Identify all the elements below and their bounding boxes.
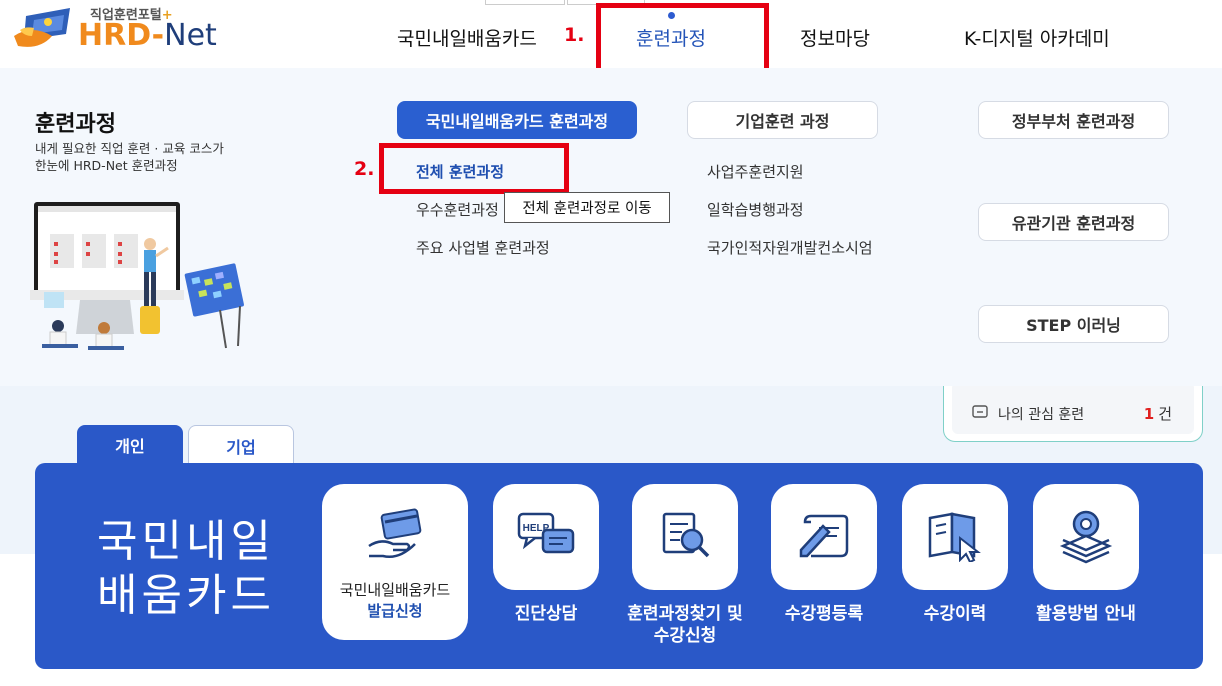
- folder-icon: [972, 405, 988, 418]
- quick-link-course-review[interactable]: [771, 484, 877, 590]
- annotation-highlight-box-2: [379, 143, 569, 194]
- tab-enterprise[interactable]: 기업: [188, 425, 294, 465]
- gnb-item-info[interactable]: 정보마당: [800, 24, 870, 51]
- gnb-item-card[interactable]: 국민내일배움카드: [397, 24, 537, 51]
- book-cursor-icon: [928, 512, 981, 562]
- quick-link-label: 훈련과정찾기 및 수강신청: [627, 604, 743, 646]
- favorites-label: 나의 관심 훈련: [998, 407, 1085, 423]
- category-related-agency-courses[interactable]: 유관기관 훈련과정: [978, 203, 1169, 241]
- link-tooltip: 전체 훈련과정로 이동: [504, 192, 670, 223]
- category-enterprise-courses[interactable]: 기업훈련 과정: [687, 101, 878, 139]
- quick-link-course-history[interactable]: [902, 484, 1008, 590]
- link-excellent-courses[interactable]: 우수훈련과정: [416, 199, 499, 220]
- card-in-hand-icon: [368, 508, 422, 558]
- site-header: 직업훈련포털+ HRD-Net 국민내일배움카드 훈련과정 정보마당 K-디지털…: [0, 0, 1222, 74]
- favorites-row[interactable]: 나의 관심 훈련 1건: [952, 382, 1194, 434]
- help-chat-icon: HELP: [517, 512, 575, 554]
- national-card-panel: 국민내일 배움카드 국민내일배움카드 발급신청 HELP 진단상담 훈련과정찾기…: [35, 463, 1203, 669]
- quick-link-course-search[interactable]: [632, 484, 738, 590]
- logo-wordmark: HRD-Net: [78, 18, 217, 53]
- panel-title: 국민내일 배움카드: [97, 516, 275, 621]
- annotation-step-1: 1.: [564, 24, 585, 46]
- link-consortium[interactable]: 국가인적자원개발컨소시엄: [707, 237, 873, 258]
- annotation-step-2: 2.: [354, 158, 375, 180]
- category-national-card-courses[interactable]: 국민내일배움카드 훈련과정: [397, 101, 637, 139]
- quick-link-label: 수강평등록: [784, 604, 864, 624]
- training-mega-menu: 훈련과정 내게 필요한 직업 훈련 · 교육 코스가 한눈에 HRD-Net 훈…: [0, 68, 1222, 386]
- category-step-elearning[interactable]: STEP 이러닝: [978, 305, 1169, 343]
- hrd-net-logo[interactable]: 직업훈련포털+ HRD-Net: [12, 2, 222, 58]
- tab-personal[interactable]: 개인: [77, 425, 183, 465]
- annotation-highlight-box-1: [596, 3, 769, 74]
- document-search-icon: [662, 512, 710, 558]
- training-illustration: [30, 202, 244, 350]
- link-employer-training[interactable]: 사업주훈련지원: [707, 161, 804, 182]
- link-major-business-courses[interactable]: 주요 사업별 훈련과정: [416, 237, 550, 258]
- mega-menu-title: 훈련과정: [35, 112, 116, 137]
- quick-link-label: 활용방법 안내: [1036, 604, 1136, 624]
- quick-link-label: 진단상담: [514, 604, 578, 624]
- top-utility-tab[interactable]: [485, 0, 565, 5]
- page: 직업훈련포털+ HRD-Net 국민내일배움카드 훈련과정 정보마당 K-디지털…: [0, 0, 1222, 686]
- quick-link-label: 수강이력: [923, 604, 987, 624]
- favorites-count: 1건: [1143, 405, 1172, 423]
- mega-menu-description: 내게 필요한 직업 훈련 · 교육 코스가 한눈에 HRD-Net 훈련과정: [35, 141, 224, 173]
- quick-link-label: 국민내일배움카드 발급신청: [339, 581, 451, 620]
- quick-link-card-application[interactable]: 국민내일배움카드 발급신청: [322, 484, 468, 640]
- quick-link-usage-guide[interactable]: [1033, 484, 1139, 590]
- link-work-study[interactable]: 일학습병행과정: [707, 199, 804, 220]
- logo-mark-icon: [14, 8, 70, 47]
- gnb-item-k-digital[interactable]: K-디지털 아카데미: [964, 24, 1110, 51]
- category-government-courses[interactable]: 정부부처 훈련과정: [978, 101, 1169, 139]
- quick-link-diagnosis[interactable]: HELP: [493, 484, 599, 590]
- gear-stack-icon: [1059, 510, 1113, 564]
- pen-paper-icon: [799, 514, 849, 558]
